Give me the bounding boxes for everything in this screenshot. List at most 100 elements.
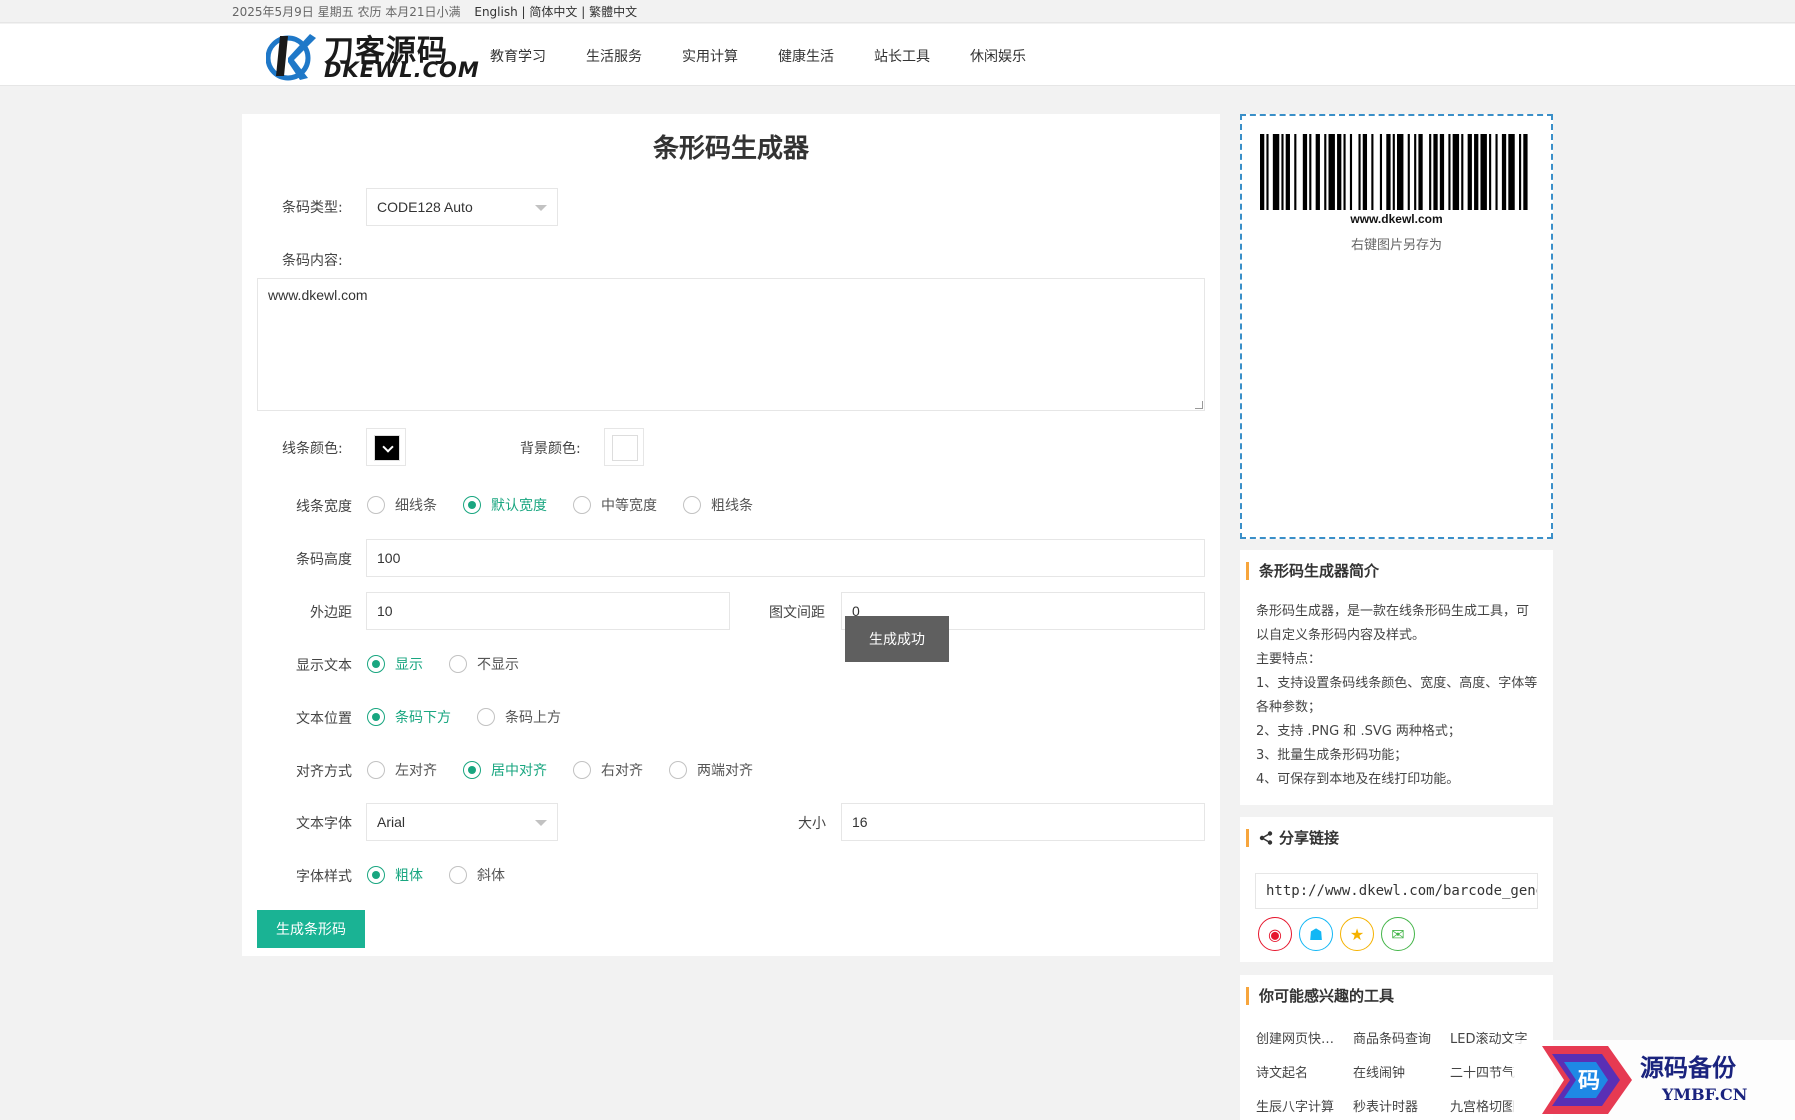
tool-link[interactable]: 在线闹钟 <box>1353 1063 1450 1085</box>
qzone-star-icon[interactable]: ★ <box>1340 917 1374 951</box>
barcode-caption: www.dkewl.com <box>1350 212 1443 226</box>
barcode-bar <box>1285 134 1290 210</box>
radio-icon <box>449 655 467 673</box>
align-left-radio[interactable]: 左对齐 <box>367 760 437 780</box>
nav-item-calc[interactable]: 实用计算 <box>682 46 738 66</box>
barcode-height-input[interactable]: 100 <box>366 539 1205 577</box>
weibo-icon[interactable]: ◉ <box>1258 917 1292 951</box>
nav-item-education[interactable]: 教育学习 <box>490 46 546 66</box>
barcode-form-panel: 条形码生成器 条码类型: CODE128 Auto 条码内容: 线条颜色: 背景… <box>242 114 1220 956</box>
bg-color-picker[interactable] <box>604 428 644 466</box>
generate-barcode-button[interactable]: 生成条形码 <box>257 910 365 948</box>
barcode-bar <box>1349 134 1353 210</box>
align-radio-group: 左对齐 居中对齐 右对齐 两端对齐 <box>367 760 779 780</box>
font-size-input[interactable]: 16 <box>841 803 1205 841</box>
text-position-label: 文本位置 <box>296 711 352 727</box>
font-style-label: 字体样式 <box>296 869 352 885</box>
watermark-cn: 源码备份 <box>1640 1054 1737 1082</box>
line-color-swatch <box>374 435 400 461</box>
share-title: 分享链接 <box>1246 829 1339 847</box>
barcode-bar <box>1414 134 1417 210</box>
radio-icon <box>449 866 467 884</box>
width-default-radio[interactable]: 默认宽度 <box>463 495 547 515</box>
barcode-bar <box>1392 134 1395 210</box>
logo-english: DKEWL.COM <box>324 58 480 82</box>
wechat-icon[interactable]: ✉ <box>1381 917 1415 951</box>
content-label: 条码内容: <box>282 253 343 269</box>
related-tools-card: 你可能感兴趣的工具 创建网页快捷方式 商品条码查询 LED滚动文字 诗文起名 在… <box>1240 975 1553 1120</box>
share-title-text: 分享链接 <box>1279 829 1340 847</box>
margin-input[interactable]: 10 <box>366 592 730 630</box>
success-toast: 生成成功 <box>845 616 949 662</box>
radio-label: 中等宽度 <box>601 498 657 514</box>
tool-link[interactable]: 秒表计时器 <box>1353 1097 1450 1119</box>
barcode-preview: www.dkewl.com 右键图片另存为 <box>1240 114 1553 539</box>
qq-icon[interactable]: ☗ <box>1299 917 1333 951</box>
site-logo[interactable]: 刀客源码 DKEWL.COM <box>266 24 479 86</box>
resize-handle-icon[interactable] <box>1195 401 1203 409</box>
show-text-yes-radio[interactable]: 显示 <box>367 654 423 674</box>
lang-traditional-link[interactable]: 繁體中文 <box>589 5 637 19</box>
nav-item-life[interactable]: 生活服务 <box>586 46 642 66</box>
width-medium-radio[interactable]: 中等宽度 <box>573 495 657 515</box>
radio-icon <box>573 496 591 514</box>
barcode-bar <box>1501 134 1507 210</box>
bg-color-label: 背景颜色: <box>520 441 581 457</box>
category-nav: 教育学习 生活服务 实用计算 健康生活 站长工具 休闲娱乐 <box>490 46 1026 66</box>
width-thick-radio[interactable]: 粗线条 <box>683 495 753 515</box>
nav-item-webmaster[interactable]: 站长工具 <box>874 46 930 66</box>
tool-link[interactable]: 创建网页快捷方式 <box>1256 1029 1353 1051</box>
height-value: 100 <box>377 550 401 566</box>
watermark-en: YMBF.CN <box>1661 1085 1747 1104</box>
margin-label: 外边距 <box>310 605 352 621</box>
show-text-no-radio[interactable]: 不显示 <box>449 654 519 674</box>
lang-english-link[interactable]: English <box>474 5 517 19</box>
barcode-bar <box>1272 134 1280 210</box>
barcode-type-select[interactable]: CODE128 Auto <box>366 188 558 226</box>
align-justify-radio[interactable]: 两端对齐 <box>669 760 753 780</box>
tool-link[interactable]: 诗文起名 <box>1256 1063 1353 1085</box>
barcode-bar <box>1418 134 1423 210</box>
align-center-radio[interactable]: 居中对齐 <box>463 760 547 780</box>
nav-item-entertainment[interactable]: 休闲娱乐 <box>970 46 1026 66</box>
separator: | <box>581 5 586 19</box>
text-below-radio[interactable]: 条码下方 <box>367 707 451 727</box>
style-italic-radio[interactable]: 斜体 <box>449 865 505 885</box>
line-color-picker[interactable] <box>366 428 406 466</box>
caret-down-icon <box>535 205 547 211</box>
font-label: 文本字体 <box>296 816 352 832</box>
width-thin-radio[interactable]: 细线条 <box>367 495 437 515</box>
align-right-radio[interactable]: 右对齐 <box>573 760 643 780</box>
barcode-bar <box>1452 134 1460 210</box>
font-select[interactable]: Arial <box>366 803 558 841</box>
tools-title: 你可能感兴趣的工具 <box>1246 987 1394 1005</box>
barcode-bar <box>1386 134 1391 210</box>
lang-simplified-link[interactable]: 简体中文 <box>529 5 577 19</box>
radio-label: 两端对齐 <box>697 763 753 779</box>
barcode-content-textarea[interactable] <box>257 278 1205 411</box>
barcode-bar <box>1281 134 1284 210</box>
barcode-image[interactable] <box>1260 134 1534 210</box>
barcode-bar <box>1371 134 1374 210</box>
share-url-input[interactable]: http://www.dkewl.com/barcode_generati <box>1255 873 1538 909</box>
separator: | <box>521 5 526 19</box>
barcode-bar <box>1379 134 1383 210</box>
style-bold-radio[interactable]: 粗体 <box>367 865 423 885</box>
page-title: 条形码生成器 <box>652 134 809 164</box>
barcode-bar <box>1474 134 1479 210</box>
barcode-bar <box>1302 134 1308 210</box>
text-margin-label: 图文间距 <box>769 605 825 621</box>
size-label: 大小 <box>798 816 826 832</box>
barcode-bar <box>1328 134 1335 210</box>
barcode-bar <box>1467 134 1472 210</box>
text-above-radio[interactable]: 条码上方 <box>477 707 561 727</box>
radio-checked-icon <box>463 496 481 514</box>
tool-link[interactable]: 商品条码查询 <box>1353 1029 1450 1051</box>
radio-icon <box>683 496 701 514</box>
chevron-down-icon <box>382 441 394 453</box>
font-size-value: 16 <box>852 814 868 830</box>
nav-item-health[interactable]: 健康生活 <box>778 46 834 66</box>
radio-label: 默认宽度 <box>491 498 547 514</box>
intro-card: 条形码生成器简介 条形码生成器，是一款在线条形码生成工具，可以自定义条形码内容及… <box>1240 550 1553 805</box>
tool-link[interactable]: 生辰八字计算 <box>1256 1097 1353 1119</box>
